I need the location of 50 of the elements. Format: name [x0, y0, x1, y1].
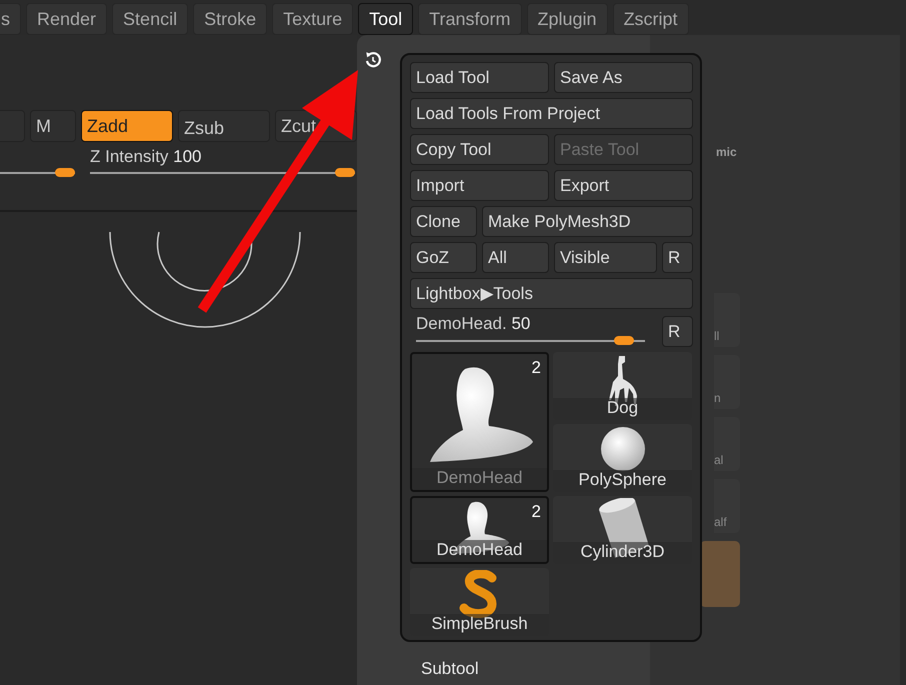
subtool-count: 2 [532, 358, 541, 378]
sphere-icon [600, 426, 646, 472]
tool-button[interactable]: Clone [410, 206, 477, 237]
thumbnail-label: Cylinder3D [553, 542, 692, 564]
tool-button[interactable]: Save As [554, 62, 693, 93]
tool-button[interactable]: Import [410, 170, 549, 201]
thumbnail-label: DemoHead [412, 540, 547, 562]
slider-thumb[interactable] [55, 168, 75, 177]
menu-tab[interactable]: s [0, 3, 21, 35]
tool-button[interactable]: Make PolyMesh3D [482, 206, 693, 237]
thumbnail-label: Dog [553, 398, 692, 420]
tool-thumbnail[interactable]: 2 DemoHead [410, 496, 549, 564]
menu-tab[interactable]: Texture [272, 3, 354, 35]
subtool-count: 2 [532, 502, 541, 522]
thumbnail-label: SimpleBrush [410, 614, 549, 636]
thumbnail-label: PolySphere [553, 470, 692, 492]
menu-tab[interactable]: Stencil [112, 3, 188, 35]
tool-button[interactable]: Copy Tool [410, 134, 549, 165]
menu-tab[interactable]: Stroke [193, 3, 268, 35]
tool-thumbnail[interactable]: 2 DemoHead [410, 352, 549, 492]
slider-label: DemoHead. 50 [416, 314, 530, 333]
tool-button[interactable]: R [662, 242, 693, 273]
tool-button[interactable]: Load Tools From Project [410, 98, 693, 129]
menu-tab[interactable]: Tool [358, 3, 414, 35]
draw-mode-button[interactable]: Zadd [81, 110, 173, 142]
menu-tab[interactable]: Transform [418, 3, 522, 35]
draw-mode-button[interactable]: Zsub [178, 110, 270, 142]
thumbnail-label: DemoHead [412, 468, 547, 490]
tool-thumbnail[interactable]: SimpleBrush [410, 568, 549, 636]
tool-button[interactable]: Visible [554, 242, 657, 273]
reset-button[interactable]: R [662, 316, 693, 347]
tool-button[interactable]: Load Tool [410, 62, 549, 93]
tool-thumbnail[interactable]: Dog [553, 352, 692, 420]
side-label: mic [716, 145, 738, 161]
subtool-header[interactable]: Subtool [421, 659, 479, 679]
tool-button[interactable]: Lightbox▶Tools [410, 278, 693, 309]
tool-button[interactable]: GoZ [410, 242, 477, 273]
slider-label: Z Intensity 100 [90, 147, 202, 166]
tool-button[interactable]: Export [554, 170, 693, 201]
material-swatch[interactable] [700, 541, 740, 607]
menu-tab[interactable]: Zplugin [526, 3, 608, 35]
tool-thumbnail[interactable]: PolySphere [553, 424, 692, 492]
refresh-icon[interactable] [364, 51, 382, 69]
menu-tab[interactable]: Zscript [612, 3, 689, 35]
draw-mode-button[interactable]: M [30, 110, 76, 142]
menu-tab[interactable]: Render [26, 3, 108, 35]
tool-thumbnail[interactable]: Cylinder3D [553, 496, 692, 564]
tool-button[interactable]: All [482, 242, 549, 273]
slider-thumb[interactable] [614, 336, 634, 345]
slider-thumb[interactable] [335, 168, 355, 177]
